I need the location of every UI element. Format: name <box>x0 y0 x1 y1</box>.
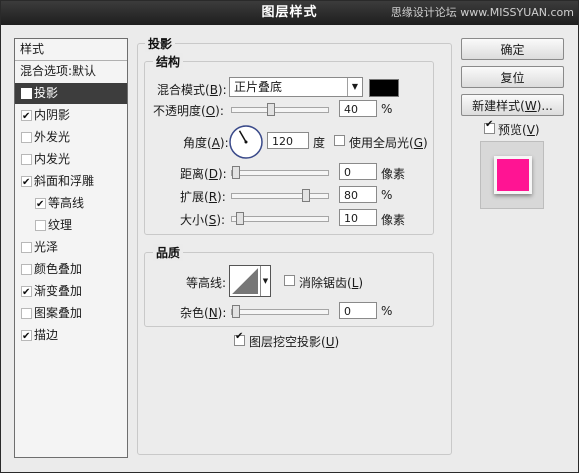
style-list-item[interactable]: 内阴影 <box>15 105 127 127</box>
spread-slider-thumb[interactable] <box>302 189 310 202</box>
style-checkbox[interactable] <box>35 194 46 215</box>
style-checkbox[interactable] <box>35 220 46 231</box>
opacity-unit: % <box>381 102 393 116</box>
spread-label: 扩展(R): <box>180 190 226 204</box>
opacity-input[interactable]: 40 <box>339 100 377 117</box>
style-list-item-label: 纹理 <box>48 218 73 232</box>
noise-slider[interactable] <box>231 305 329 318</box>
preview-label: 预览(V) <box>498 123 540 137</box>
chevron-down-icon: ▼ <box>260 266 270 296</box>
style-checkbox[interactable] <box>21 84 32 105</box>
style-list-item-label: 颜色叠加 <box>34 262 83 276</box>
style-list-item-label: 图案叠加 <box>34 306 83 320</box>
global-light-label: 使用全局光(G) <box>349 136 428 150</box>
style-list-item[interactable]: 等高线 <box>15 193 127 215</box>
shadow-color-swatch[interactable] <box>369 79 399 97</box>
angle-label: 角度(A): <box>183 136 229 150</box>
knockout-label: 图层挖空投影(U) <box>249 335 340 349</box>
style-checkbox[interactable] <box>21 326 32 347</box>
size-slider-thumb[interactable] <box>236 212 244 225</box>
style-list-item[interactable]: 外发光 <box>15 127 127 148</box>
angle-input[interactable]: 120 <box>267 132 309 149</box>
style-checkbox[interactable] <box>21 264 32 275</box>
blend-mode-label: 混合模式(B): <box>157 83 227 97</box>
style-list-item[interactable]: 描边 <box>15 325 127 347</box>
style-checkbox[interactable] <box>21 242 32 253</box>
distance-slider-thumb[interactable] <box>232 166 240 179</box>
quality-title: 品质 <box>153 244 184 261</box>
size-label: 大小(S): <box>180 213 226 227</box>
dialog-title: 图层样式 <box>261 5 318 20</box>
new-style-button[interactable]: 新建样式(W)... <box>461 94 564 116</box>
antialias-checkbox[interactable] <box>284 275 295 286</box>
style-list-item-label: 光泽 <box>34 240 59 254</box>
opacity-label: 不透明度(O): <box>153 104 224 118</box>
noise-slider-thumb[interactable] <box>232 305 240 318</box>
spread-input[interactable]: 80 <box>339 186 377 203</box>
opacity-slider-thumb[interactable] <box>267 103 275 116</box>
knockout-checkbox[interactable] <box>234 331 245 346</box>
blend-mode-value: 正片叠底 <box>234 80 283 94</box>
style-list-item[interactable]: 混合选项:默认 <box>15 61 127 82</box>
style-list: 样式混合选项:默认投影内阴影外发光内发光斜面和浮雕等高线纹理光泽颜色叠加渐变叠加… <box>14 38 128 458</box>
style-list-item-label: 斜面和浮雕 <box>34 174 95 188</box>
style-checkbox[interactable] <box>21 154 32 165</box>
style-list-item-label: 外发光 <box>34 130 71 144</box>
style-list-item-label: 等高线 <box>48 196 85 210</box>
style-list-item-label: 内发光 <box>34 152 71 166</box>
angle-dial[interactable] <box>228 124 264 160</box>
noise-unit: % <box>381 304 393 318</box>
noise-label: 杂色(N): <box>180 306 227 320</box>
contour-preview-icon <box>232 268 258 294</box>
size-input[interactable]: 10 <box>339 209 377 226</box>
structure-title: 结构 <box>153 53 184 70</box>
spread-unit: % <box>381 188 393 202</box>
style-list-item-label: 渐变叠加 <box>34 284 83 298</box>
style-list-item[interactable]: 图案叠加 <box>15 303 127 324</box>
ok-button[interactable]: 确定 <box>461 38 564 60</box>
size-slider[interactable] <box>231 212 329 225</box>
style-list-item[interactable]: 渐变叠加 <box>15 281 127 303</box>
section-title: 投影 <box>145 35 176 52</box>
layer-style-dialog: 图层样式 思缘设计论坛 www.MISSYUAN.com 样式混合选项:默认投影… <box>0 0 579 473</box>
chevron-down-icon: ▼ <box>347 78 362 96</box>
style-list-item-label: 投影 <box>34 86 59 100</box>
distance-slider[interactable] <box>231 166 329 179</box>
contour-label: 等高线: <box>186 276 227 290</box>
style-checkbox[interactable] <box>21 106 32 127</box>
watermark: 思缘设计论坛 www.MISSYUAN.com <box>390 6 574 19</box>
size-unit: 像素 <box>381 213 406 227</box>
style-checkbox[interactable] <box>21 172 32 193</box>
contour-picker[interactable]: ▼ <box>229 265 271 297</box>
style-list-item-label: 样式 <box>20 42 45 56</box>
spread-slider[interactable] <box>231 189 329 202</box>
distance-unit: 像素 <box>381 167 406 181</box>
style-checkbox[interactable] <box>21 132 32 143</box>
style-preview <box>480 141 544 209</box>
style-list-item-label: 描边 <box>34 328 59 342</box>
style-list-item-label: 内阴影 <box>34 108 71 122</box>
distance-label: 距离(D): <box>180 167 227 181</box>
style-list-item[interactable]: 内发光 <box>15 149 127 170</box>
preview-checkbox[interactable] <box>484 119 495 134</box>
style-list-item[interactable]: 样式 <box>15 39 127 61</box>
blend-mode-select[interactable]: 正片叠底 ▼ <box>229 77 363 97</box>
angle-unit: 度 <box>313 136 326 150</box>
style-list-item[interactable]: 颜色叠加 <box>15 259 127 280</box>
antialias-label: 消除锯齿(L) <box>299 276 364 290</box>
opacity-slider[interactable] <box>231 103 329 116</box>
style-list-item-label: 混合选项:默认 <box>20 64 97 78</box>
style-list-item[interactable]: 投影 <box>15 83 127 105</box>
title-bar[interactable]: 图层样式 思缘设计论坛 www.MISSYUAN.com <box>1 1 578 25</box>
style-list-item[interactable]: 光泽 <box>15 237 127 258</box>
style-checkbox[interactable] <box>21 282 32 303</box>
preview-swatch <box>494 156 532 194</box>
distance-input[interactable]: 0 <box>339 163 377 180</box>
noise-input[interactable]: 0 <box>339 302 377 319</box>
style-checkbox[interactable] <box>21 308 32 319</box>
reset-button[interactable]: 复位 <box>461 66 564 88</box>
style-list-item[interactable]: 斜面和浮雕 <box>15 171 127 193</box>
global-light-checkbox[interactable] <box>334 135 345 146</box>
style-list-item[interactable]: 纹理 <box>15 215 127 236</box>
